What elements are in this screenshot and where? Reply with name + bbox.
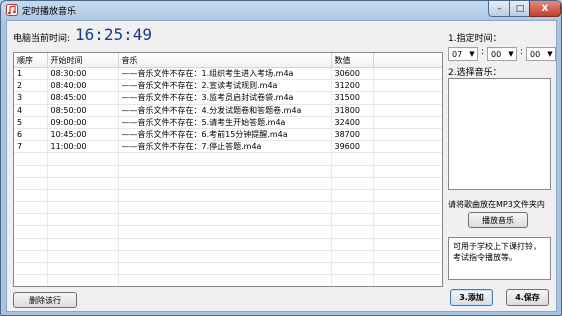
column-header-music[interactable]: 音乐 [118, 53, 332, 68]
maximize-button[interactable]: □ [509, 1, 531, 17]
empty-row [14, 274, 442, 286]
clock-label: 电脑当前时间: [13, 34, 71, 44]
cell-value: 39600 [331, 140, 374, 154]
table-row[interactable]: 2 08:40:00 ——音乐文件不存在：2.宣读考试规则.m4a 31200 [14, 79, 442, 93]
cell-order: 6 [14, 128, 48, 142]
column-header-order[interactable]: 顺序 [14, 53, 48, 68]
cell-start-time: 09:00:00 [47, 116, 119, 129]
cell-empty [373, 104, 442, 117]
cell-order: 4 [14, 104, 48, 117]
cell-empty [373, 140, 442, 154]
empty-row [14, 201, 442, 215]
empty-row [14, 225, 442, 239]
cell-music: ——音乐文件不存在：5.请考生开始答题.m4a [118, 116, 332, 129]
cell-value: 30600 [331, 67, 374, 81]
time-separator: : [481, 47, 485, 57]
table-row[interactable]: 6 10:45:00 ——音乐文件不存在：6.考前15分钟提醒.m4a 3870… [14, 128, 442, 142]
empty-row [14, 238, 442, 251]
play-music-button[interactable]: 播放音乐 [468, 212, 528, 228]
column-header-start-time[interactable]: 开始时间 [47, 53, 119, 68]
second-value: 00 [530, 49, 541, 59]
empty-row [14, 177, 442, 190]
save-button[interactable]: 4.保存 [506, 289, 549, 306]
cell-music: ——音乐文件不存在：3.监考员启封试卷袋.m4a [118, 91, 332, 105]
empty-row [14, 262, 442, 276]
client-area: 电脑当前时间: 16:25:49 顺序 开始时间 音乐 数值 1 08:30:0… [6, 20, 557, 312]
cell-empty [373, 67, 442, 81]
schedule-table[interactable]: 顺序 开始时间 音乐 数值 1 08:30:00 ——音乐文件不存在：1.组织考… [13, 52, 443, 287]
cell-empty [373, 116, 442, 129]
table-row[interactable]: 4 08:50:00 ——音乐文件不存在：4.分发试题卷和答题卷.m4a 318… [14, 104, 442, 117]
cell-music: ——音乐文件不存在：4.分发试题卷和答题卷.m4a [118, 104, 332, 117]
table-row[interactable]: 3 08:45:00 ——音乐文件不存在：3.监考员启封试卷袋.m4a 3150… [14, 91, 442, 105]
cell-empty [373, 79, 442, 93]
column-header-filler [373, 53, 442, 68]
cell-music: ——音乐文件不存在：1.组织考生进入考场.m4a [118, 67, 332, 81]
empty-row [14, 189, 442, 203]
empty-row [14, 213, 442, 227]
table-row[interactable]: 5 09:00:00 ——音乐文件不存在：5.请考生开始答题.m4a 32400 [14, 116, 442, 129]
cell-start-time: 11:00:00 [47, 140, 119, 154]
cell-value: 31500 [331, 91, 374, 105]
empty-row [14, 152, 442, 166]
close-button[interactable]: X [529, 1, 561, 17]
cell-start-time: 08:40:00 [47, 79, 119, 93]
column-header-value[interactable]: 数值 [331, 53, 374, 68]
cell-order: 5 [14, 116, 48, 129]
cell-value: 31200 [331, 79, 374, 93]
cell-start-time: 10:45:00 [47, 128, 119, 142]
cell-music: ——音乐文件不存在：7.停止答题.m4a [118, 140, 332, 154]
empty-row [14, 165, 442, 178]
empty-row [14, 250, 442, 264]
minute-value: 00 [491, 49, 502, 59]
chevron-down-icon: ▼ [508, 50, 514, 58]
cell-empty [373, 128, 442, 142]
step2-label: 2.选择音乐： [448, 68, 502, 78]
window-title: 定时播放音乐 [22, 7, 77, 17]
table-header-row: 顺序 开始时间 音乐 数值 [14, 53, 442, 68]
cell-value: 31800 [331, 104, 374, 117]
clock-value: 16:25:49 [75, 25, 153, 44]
chevron-down-icon: ▼ [547, 50, 553, 58]
cell-order: 1 [14, 67, 48, 81]
cell-empty [373, 91, 442, 105]
cell-music: ——音乐文件不存在：6.考前15分钟提醒.m4a [118, 128, 332, 142]
music-app-icon [6, 4, 18, 16]
hour-select[interactable]: 07 ▼ [448, 47, 478, 61]
music-list[interactable] [448, 78, 551, 190]
cell-value: 38700 [331, 128, 374, 142]
second-select[interactable]: 00 ▼ [526, 47, 556, 61]
cell-order: 3 [14, 91, 48, 105]
table-row[interactable]: 7 11:00:00 ——音乐文件不存在：7.停止答题.m4a 39600 [14, 140, 442, 154]
cell-start-time: 08:45:00 [47, 91, 119, 105]
cell-start-time: 08:50:00 [47, 104, 119, 117]
title-bar[interactable]: 定时播放音乐 – □ X [1, 1, 561, 19]
hour-value: 07 [452, 49, 463, 59]
add-button[interactable]: 3.添加 [450, 289, 493, 306]
time-separator: : [520, 47, 524, 57]
cell-start-time: 08:30:00 [47, 67, 119, 81]
delete-row-button[interactable]: 删除该行 [13, 292, 77, 308]
cell-value: 32400 [331, 116, 374, 129]
minute-select[interactable]: 00 ▼ [487, 47, 517, 61]
mp3-folder-hint: 请将歌曲放在MP3文件夹内 [448, 200, 545, 209]
cell-order: 7 [14, 140, 48, 154]
table-row[interactable]: 1 08:30:00 ——音乐文件不存在：1.组织考生进入考场.m4a 3060… [14, 67, 442, 81]
cell-order: 2 [14, 79, 48, 93]
minimize-button[interactable]: – [488, 1, 511, 17]
main-window: 定时播放音乐 – □ X 电脑当前时间: 16:25:49 顺序 开始时间 音乐… [0, 0, 562, 316]
step1-label: 1.指定时间： [448, 34, 502, 44]
cell-music: ——音乐文件不存在：2.宣读考试规则.m4a [118, 79, 332, 93]
usage-note: 可用于学校上下课打铃，考试指令播放等。 [448, 237, 551, 280]
chevron-down-icon: ▼ [469, 50, 475, 58]
